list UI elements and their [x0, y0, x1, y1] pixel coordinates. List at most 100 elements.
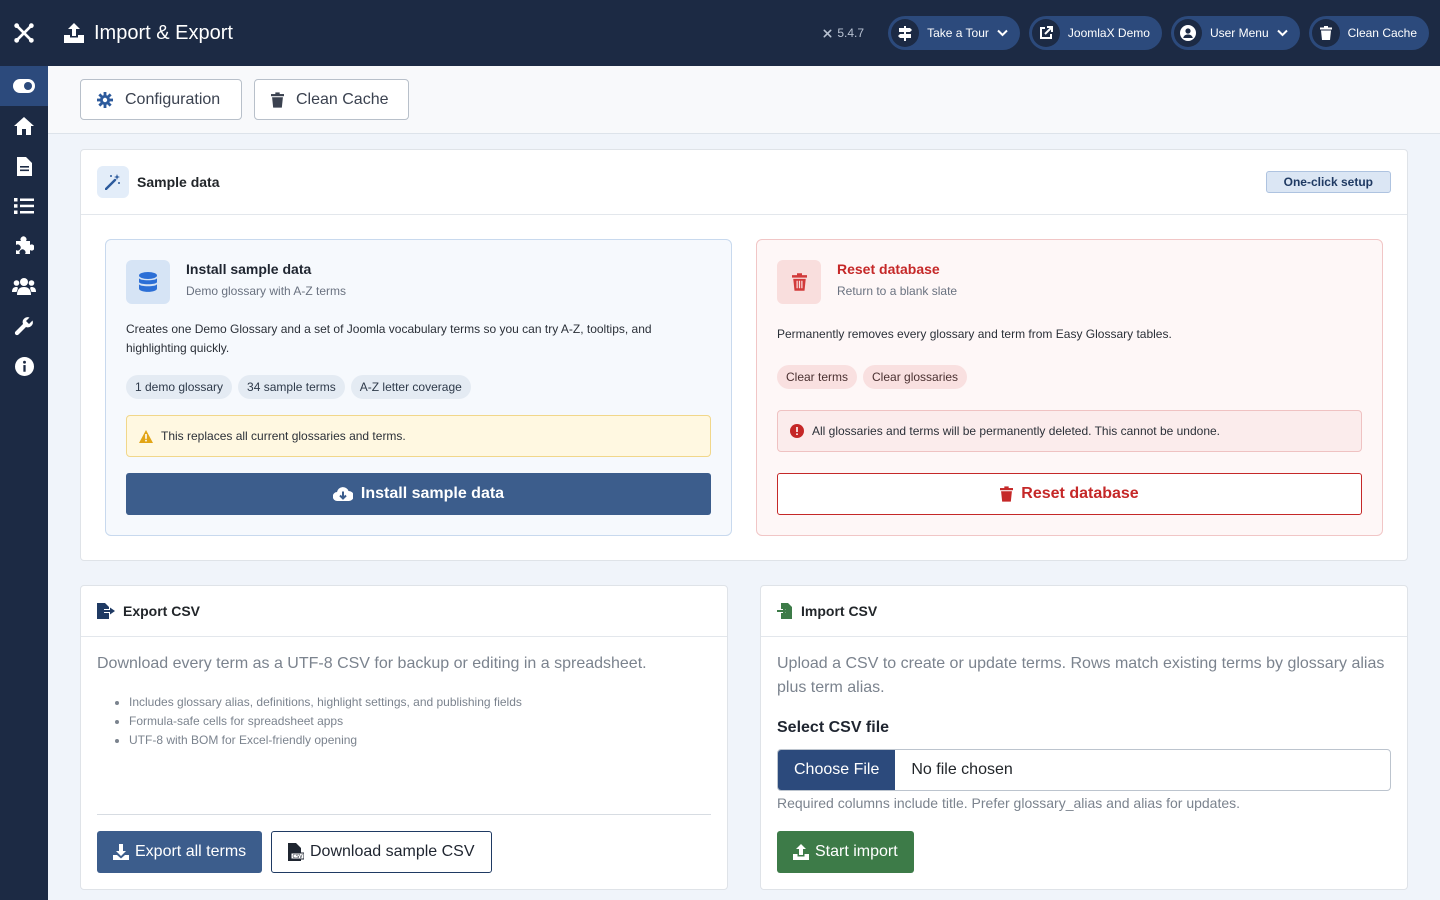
import-header: Import CSV: [761, 586, 1407, 637]
version-text: 5.4.7: [837, 26, 865, 40]
exclamation-circle-icon: [790, 424, 804, 438]
sidebar-item-menus[interactable]: [0, 186, 48, 226]
download-sample-label: Download sample CSV: [310, 843, 475, 860]
take-tour-button[interactable]: Take a Tour: [888, 16, 1020, 50]
file-icon: [16, 156, 32, 176]
file-export-icon: [97, 603, 115, 619]
toggle-menu-item[interactable]: [0, 66, 48, 106]
export-title: Export CSV: [123, 603, 201, 619]
install-sample-label: Install sample data: [360, 485, 505, 502]
sample-data-header: Sample data One-click setup: [81, 150, 1407, 215]
export-feature-list: Includes glossary alias, definitions, hi…: [129, 693, 522, 750]
sample-data-title: Sample data: [137, 174, 220, 190]
trash-icon: [271, 91, 284, 108]
import-title: Import CSV: [801, 603, 878, 619]
install-title: Install sample data: [186, 261, 312, 277]
file-import-icon: [777, 603, 792, 619]
reset-title: Reset database: [837, 261, 940, 277]
export-feature-item: Includes glossary alias, definitions, hi…: [129, 693, 522, 712]
reset-database-label: Reset database: [1021, 485, 1139, 502]
header-clean-cache-button[interactable]: Clean Cache: [1308, 16, 1429, 50]
upload-icon: [793, 844, 809, 860]
upload-icon: [64, 23, 84, 43]
trash-icon: [1319, 26, 1332, 40]
export-divider: [97, 814, 711, 815]
reset-danger-alert: All glossaries and terms will be permane…: [777, 410, 1362, 452]
start-import-button[interactable]: Start import: [777, 831, 914, 873]
version-indicator: 5.4.7: [822, 26, 864, 40]
csv-file-input[interactable]: Choose File No file chosen: [777, 749, 1391, 791]
one-click-badge: One-click setup: [1265, 171, 1391, 193]
sample-data-card: Sample data One-click setup Install samp…: [80, 149, 1408, 561]
tag-clear-terms: Clear terms: [777, 365, 858, 389]
joomla-icon: [14, 23, 34, 43]
site-link-button[interactable]: JoomlaX Demo: [1028, 16, 1162, 50]
export-all-button[interactable]: Export all terms: [97, 831, 263, 873]
import-help-text: Required columns include title. Prefer g…: [777, 795, 1241, 811]
joomla-small-icon: [823, 28, 832, 38]
signpost-icon: [898, 25, 913, 41]
toolbar: Configuration Clean Cache: [48, 66, 1440, 134]
export-csv-card: Export CSV Download every term as a UTF-…: [80, 585, 728, 890]
users-icon: [12, 278, 36, 295]
sidebar-item-users[interactable]: [0, 266, 48, 306]
database-icon: [126, 260, 170, 304]
tag-sample-terms: 34 sample terms: [238, 375, 345, 399]
clean-cache-label: Clean Cache: [296, 90, 389, 108]
file-field-label: Select CSV file: [777, 719, 890, 736]
install-warning-text: This replaces all current glossaries and…: [161, 429, 406, 443]
reset-danger-text: All glossaries and terms will be permane…: [812, 424, 1221, 438]
sidebar-item-components[interactable]: [0, 226, 48, 266]
user-menu-label: User Menu: [1209, 26, 1269, 40]
page-title: Import & Export: [64, 22, 233, 45]
user-circle-icon: [1179, 25, 1196, 41]
cloud-download-icon: [332, 487, 353, 502]
install-sample-panel: Install sample data Demo glossary with A…: [105, 239, 732, 536]
import-lead: Upload a CSV to create or update terms. …: [777, 655, 1385, 696]
install-sample-button[interactable]: Install sample data: [126, 473, 711, 515]
trash-icon: [1000, 486, 1014, 502]
take-tour-label: Take a Tour: [927, 26, 989, 40]
export-feature-item: UTF-8 with BOM for Excel-friendly openin…: [129, 731, 522, 750]
magic-wand-icon: [97, 166, 129, 198]
external-link-icon: [1039, 26, 1053, 39]
header-clean-cache-label: Clean Cache: [1347, 26, 1417, 40]
trash-danger-icon: [777, 260, 821, 304]
reset-database-panel: Reset database Return to a blank slate P…: [756, 239, 1383, 536]
download-icon: [113, 844, 129, 860]
info-icon: [14, 356, 34, 376]
home-icon: [14, 117, 34, 135]
tag-demo-glossary: 1 demo glossary: [126, 375, 233, 399]
toggle-menu-icon: [13, 79, 35, 93]
clean-cache-button[interactable]: Clean Cache: [254, 79, 409, 120]
sidebar-item-content[interactable]: [0, 146, 48, 186]
start-import-label: Start import: [815, 843, 898, 860]
install-tags: 1 demo glossary 34 sample terms A-Z lett…: [126, 375, 471, 399]
export-header: Export CSV: [81, 586, 727, 637]
export-lead: Download every term as a UTF-8 CSV for b…: [97, 655, 647, 672]
file-status: No file chosen: [911, 761, 1013, 778]
import-csv-card: Import CSV Upload a CSV to create or upd…: [760, 585, 1408, 890]
export-all-label: Export all terms: [135, 843, 247, 860]
header-actions: 5.4.7 Take a Tour JoomlaX Demo User Menu…: [822, 0, 1440, 66]
sidebar: [0, 0, 48, 900]
reset-tags: Clear terms Clear glossaries: [777, 365, 968, 389]
configuration-button[interactable]: Configuration: [80, 79, 242, 120]
download-sample-csv-button[interactable]: CSV Download sample CSV: [271, 831, 492, 873]
header: Import & Export 5.4.7 Take a Tour Joomla…: [48, 0, 1440, 66]
sidebar-item-system[interactable]: [0, 306, 48, 346]
wrench-icon: [14, 317, 33, 336]
user-menu-button[interactable]: User Menu: [1170, 16, 1300, 50]
reset-database-button[interactable]: Reset database: [777, 473, 1362, 515]
site-link-label: JoomlaX Demo: [1067, 26, 1150, 40]
tag-letter-coverage: A-Z letter coverage: [350, 375, 471, 399]
list-icon: [14, 198, 34, 214]
sidebar-item-help[interactable]: [0, 346, 48, 386]
sidebar-item-home[interactable]: [0, 106, 48, 146]
puzzle-icon: [16, 236, 34, 254]
joomla-logo[interactable]: [0, 0, 48, 66]
choose-file-button[interactable]: Choose File: [778, 750, 896, 790]
file-csv-icon: CSV: [288, 843, 304, 861]
export-feature-item: Formula-safe cells for spreadsheet apps: [129, 712, 522, 731]
reset-subtitle: Return to a blank slate: [837, 284, 958, 298]
